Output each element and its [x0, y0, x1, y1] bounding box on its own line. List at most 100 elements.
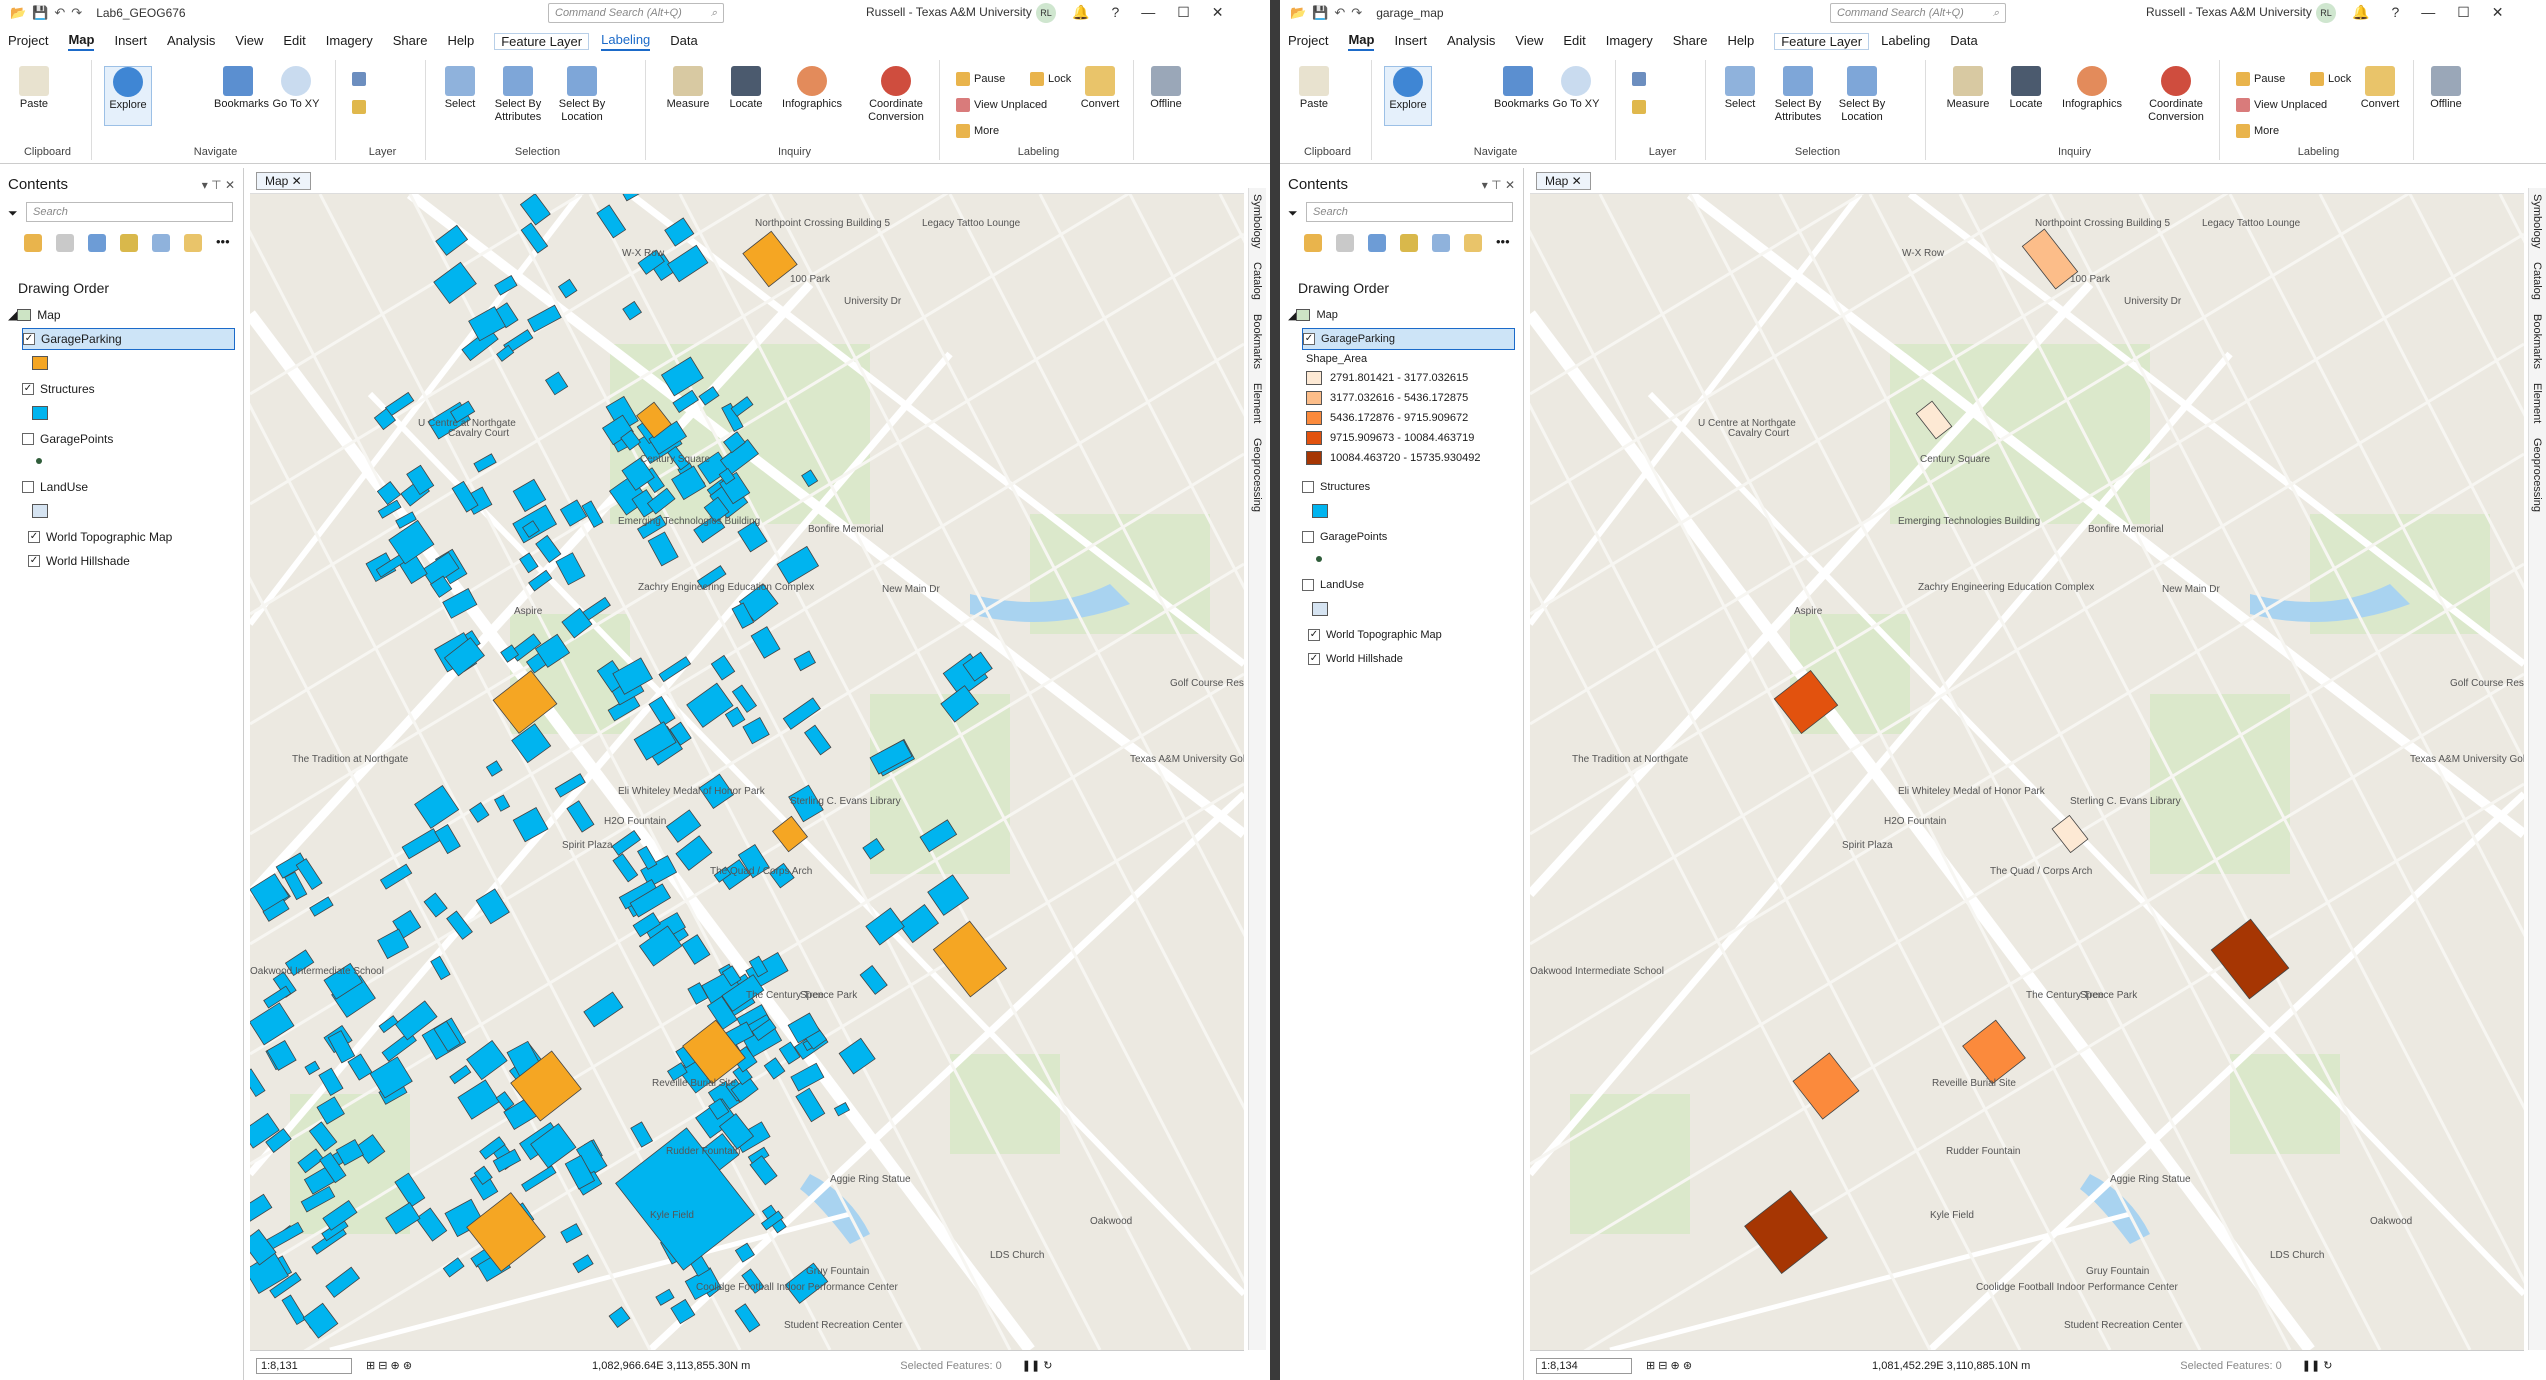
- list-by-editing-icon[interactable]: [120, 234, 138, 252]
- filter-icon[interactable]: ⏷: [8, 206, 18, 221]
- view-tools-icon[interactable]: ⊞ ⊟ ⊕ ⊛: [366, 1359, 412, 1372]
- layer-garageparking[interactable]: ✓ GarageParking: [1302, 328, 1515, 350]
- menu-help[interactable]: Help: [447, 33, 474, 50]
- more-icon[interactable]: •••: [1496, 234, 1510, 252]
- maximize-icon[interactable]: ☐: [2457, 4, 2470, 21]
- map-canvas[interactable]: Northpoint Crossing Building 5 Legacy Tat…: [250, 168, 1244, 1350]
- save-icon[interactable]: 💾: [1312, 5, 1328, 21]
- layer-checkbox[interactable]: [1302, 579, 1314, 591]
- select-button[interactable]: Select: [1716, 66, 1764, 111]
- menu-edit[interactable]: Edit: [1563, 33, 1585, 50]
- explore-button[interactable]: Explore: [104, 66, 152, 126]
- list-by-snapping-icon[interactable]: [152, 234, 170, 252]
- side-tab-bookmarks[interactable]: Bookmarks: [2531, 314, 2543, 369]
- measure-button[interactable]: Measure: [1944, 66, 1992, 111]
- menu-map[interactable]: Map: [68, 32, 95, 51]
- map-canvas[interactable]: Northpoint Crossing Building 5 Legacy Tat…: [1530, 168, 2524, 1350]
- view-unplaced-button[interactable]: View Unplaced: [956, 98, 1047, 112]
- menu-view[interactable]: View: [1515, 33, 1543, 50]
- list-by-labeling-icon[interactable]: [184, 234, 202, 252]
- pause-draw-icon[interactable]: ❚❚ ↻: [1022, 1359, 1053, 1372]
- list-by-labeling-icon[interactable]: [1464, 234, 1482, 252]
- convert-button[interactable]: Convert: [1076, 66, 1124, 111]
- layer-checkbox[interactable]: ✓: [1303, 333, 1315, 345]
- project-title[interactable]: Lab6_GEOG676: [96, 6, 185, 20]
- filter-icon[interactable]: ⏷: [1288, 206, 1298, 221]
- menu-labeling[interactable]: Labeling: [601, 32, 651, 51]
- coordinate-conversion-button[interactable]: Coordinate Conversion: [862, 66, 930, 124]
- pause-button[interactable]: Pause: [2236, 72, 2285, 86]
- add-data-button[interactable]: [1632, 72, 1646, 86]
- list-by-drawing-order-icon[interactable]: [1304, 234, 1322, 252]
- map-svg[interactable]: Northpoint Crossing Building 5 Legacy Tat…: [1530, 168, 2524, 1350]
- select-by-location-button[interactable]: Select By Location: [1838, 66, 1886, 124]
- minimize-icon[interactable]: —: [1141, 4, 1155, 21]
- bookmarks-button[interactable]: Bookmarks: [1494, 66, 1549, 111]
- side-tab-geoprocessing[interactable]: Geoprocessing: [2531, 438, 2543, 512]
- list-by-source-icon[interactable]: [1336, 234, 1354, 252]
- side-tab-catalog[interactable]: Catalog: [2531, 262, 2543, 300]
- contents-search[interactable]: Search: [1306, 202, 1513, 222]
- redo-icon[interactable]: ↷: [1351, 5, 1362, 21]
- menu-project[interactable]: Project: [1288, 33, 1328, 50]
- layer-structures[interactable]: ✓ Structures: [22, 378, 235, 400]
- offline-button[interactable]: Offline: [2422, 66, 2470, 111]
- more-button[interactable]: More: [956, 124, 999, 138]
- map-view[interactable]: Map ✕ Northpoint Crossing Building 5 Lega…: [250, 168, 1244, 1350]
- menu-analysis[interactable]: Analysis: [1447, 33, 1495, 50]
- open-icon[interactable]: 📂: [1290, 5, 1306, 21]
- layer-checkbox[interactable]: [1302, 481, 1314, 493]
- locate-button[interactable]: Locate: [722, 66, 770, 111]
- menu-map[interactable]: Map: [1348, 32, 1375, 51]
- project-title[interactable]: garage_map: [1376, 6, 1443, 20]
- layer-checkbox[interactable]: ✓: [1308, 653, 1320, 665]
- more-button[interactable]: More: [2236, 124, 2279, 138]
- layer-map[interactable]: ◢ Map: [8, 304, 235, 326]
- coordinate-conversion-button[interactable]: Coordinate Conversion: [2142, 66, 2210, 124]
- command-search[interactable]: Command Search (Alt+Q) ⌕: [1830, 3, 2006, 23]
- side-tab-geoprocessing[interactable]: Geoprocessing: [1251, 438, 1263, 512]
- list-by-drawing-order-icon[interactable]: [24, 234, 42, 252]
- menu-analysis[interactable]: Analysis: [167, 33, 215, 50]
- layer-checkbox[interactable]: [1302, 531, 1314, 543]
- list-by-source-icon[interactable]: [56, 234, 74, 252]
- layer-world-hillshade[interactable]: ✓ World Hillshade: [1308, 648, 1515, 670]
- menu-help[interactable]: Help: [1727, 33, 1754, 50]
- window-controls[interactable]: 🔔? — ☐ ✕: [2352, 4, 2504, 21]
- quick-access-toolbar[interactable]: 📂 💾 ↶ ↷: [1290, 5, 1362, 21]
- menu-view[interactable]: View: [235, 33, 263, 50]
- menu-insert[interactable]: Insert: [114, 33, 147, 50]
- menu-project[interactable]: Project: [8, 33, 48, 50]
- menu-feature-layer[interactable]: Feature Layer: [1774, 32, 1870, 50]
- add-data-button[interactable]: [352, 72, 366, 86]
- pane-controls[interactable]: ▾ ⊤ ✕: [202, 178, 235, 192]
- select-by-attributes-button[interactable]: Select By Attributes: [1774, 66, 1822, 124]
- layer-checkbox[interactable]: ✓: [28, 555, 40, 567]
- side-tab-symbology[interactable]: Symbology: [1251, 194, 1263, 248]
- avatar[interactable]: RL: [2316, 3, 2336, 23]
- layer-checkbox[interactable]: ✓: [1308, 629, 1320, 641]
- side-tab-bookmarks[interactable]: Bookmarks: [1251, 314, 1263, 369]
- paste-button[interactable]: Paste: [10, 66, 58, 111]
- menu-edit[interactable]: Edit: [283, 33, 305, 50]
- minimize-icon[interactable]: —: [2421, 4, 2435, 21]
- pane-controls[interactable]: ▾ ⊤ ✕: [1482, 178, 1515, 192]
- map-svg[interactable]: Northpoint Crossing Building 5 Legacy Tat…: [250, 168, 1244, 1350]
- side-tab-symbology[interactable]: Symbology: [2531, 194, 2543, 248]
- select-by-attributes-button[interactable]: Select By Attributes: [494, 66, 542, 124]
- measure-button[interactable]: Measure: [664, 66, 712, 111]
- lock-button[interactable]: Lock: [1030, 72, 1071, 86]
- undo-icon[interactable]: ↶: [1334, 5, 1345, 21]
- layer-checkbox[interactable]: ✓: [22, 383, 34, 395]
- layer-map[interactable]: ◢ Map: [1288, 304, 1515, 326]
- menu-labeling[interactable]: Labeling: [1881, 33, 1930, 50]
- menu-imagery[interactable]: Imagery: [326, 33, 373, 50]
- layer-landuse[interactable]: LandUse: [1302, 574, 1515, 596]
- menu-insert[interactable]: Insert: [1394, 33, 1427, 50]
- layer-checkbox[interactable]: [22, 433, 34, 445]
- layer-landuse[interactable]: LandUse: [22, 476, 235, 498]
- menu-imagery[interactable]: Imagery: [1606, 33, 1653, 50]
- paste-button[interactable]: Paste: [1290, 66, 1338, 111]
- layer-garageparking[interactable]: ✓ GarageParking: [22, 328, 235, 350]
- layer-world-topographic[interactable]: ✓ World Topographic Map: [28, 526, 235, 548]
